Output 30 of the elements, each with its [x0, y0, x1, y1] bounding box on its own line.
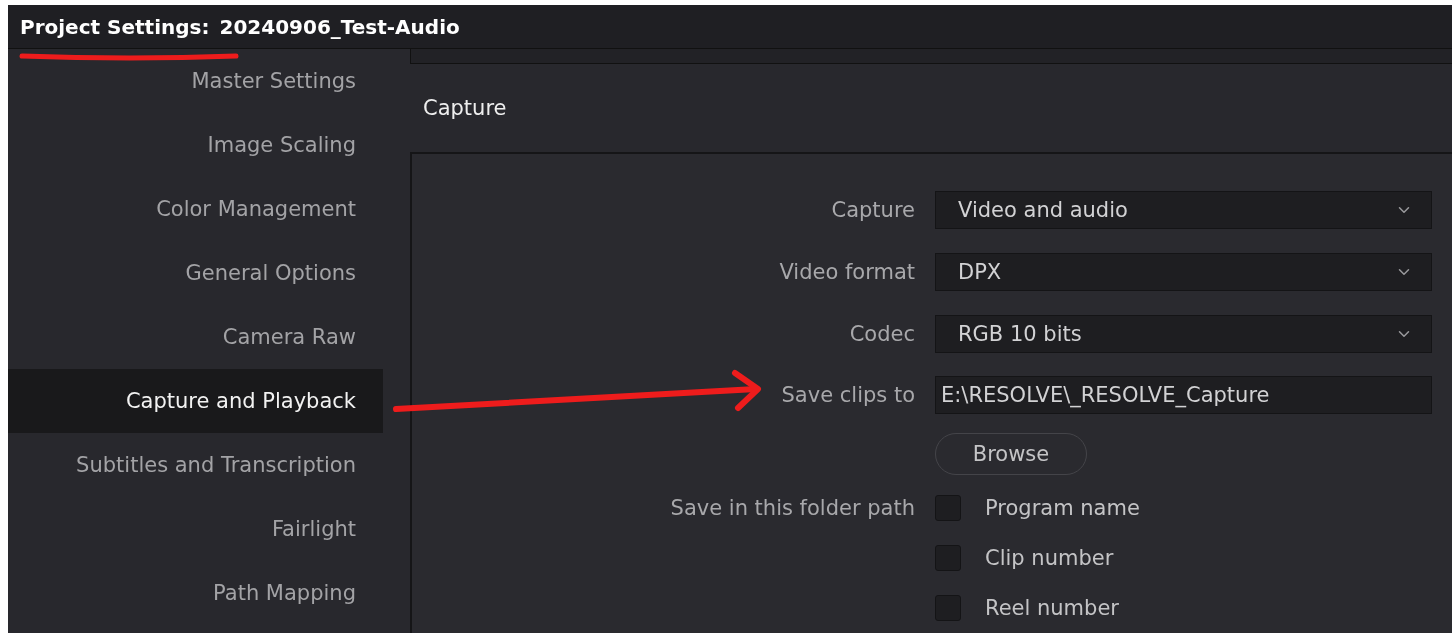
sidebar-item[interactable]: General Options: [8, 241, 383, 305]
dropdown[interactable]: RGB 10 bits: [935, 315, 1432, 353]
field-label: Save clips to: [781, 382, 915, 407]
dropdown-value: RGB 10 bits: [958, 322, 1082, 346]
sidebar-item[interactable]: Color Management: [8, 177, 383, 241]
checkbox-label: Reel number: [985, 596, 1119, 620]
checkbox[interactable]: [935, 495, 961, 521]
section-title: Capture: [422, 95, 508, 122]
field-label: Codec: [849, 322, 915, 346]
sidebar-item[interactable]: Camera Raw: [8, 305, 383, 369]
sidebar-item[interactable]: Image Scaling: [8, 113, 383, 177]
dropdown[interactable]: Video and audio: [935, 191, 1432, 229]
field-label: Save in this folder path: [670, 496, 915, 520]
field-label: Video format: [779, 260, 915, 284]
project-name: 20240906_Test-Audio: [219, 14, 460, 39]
checkbox-label: Program name: [985, 496, 1140, 520]
dropdown[interactable]: DPX: [935, 253, 1432, 291]
checkbox[interactable]: [935, 545, 961, 571]
sidebar-item[interactable]: Fairlight: [8, 497, 383, 561]
path-field[interactable]: E:\RESOLVE\_RESOLVE_Capture: [935, 375, 1432, 414]
field-label: Capture: [831, 198, 915, 222]
sidebar-item[interactable]: Master Settings: [8, 49, 383, 113]
dropdown-value: Video and audio: [958, 198, 1128, 222]
dropdown-value: DPX: [958, 260, 1002, 284]
sidebar-item[interactable]: Subtitles and Transcription: [8, 433, 383, 497]
window-title: Project Settings:: [20, 14, 210, 39]
checkbox[interactable]: [935, 595, 961, 621]
sidebar-item[interactable]: Path Mapping: [8, 561, 383, 625]
sidebar-item[interactable]: Capture and Playback: [8, 369, 383, 433]
checkbox-label: Clip number: [985, 546, 1114, 570]
